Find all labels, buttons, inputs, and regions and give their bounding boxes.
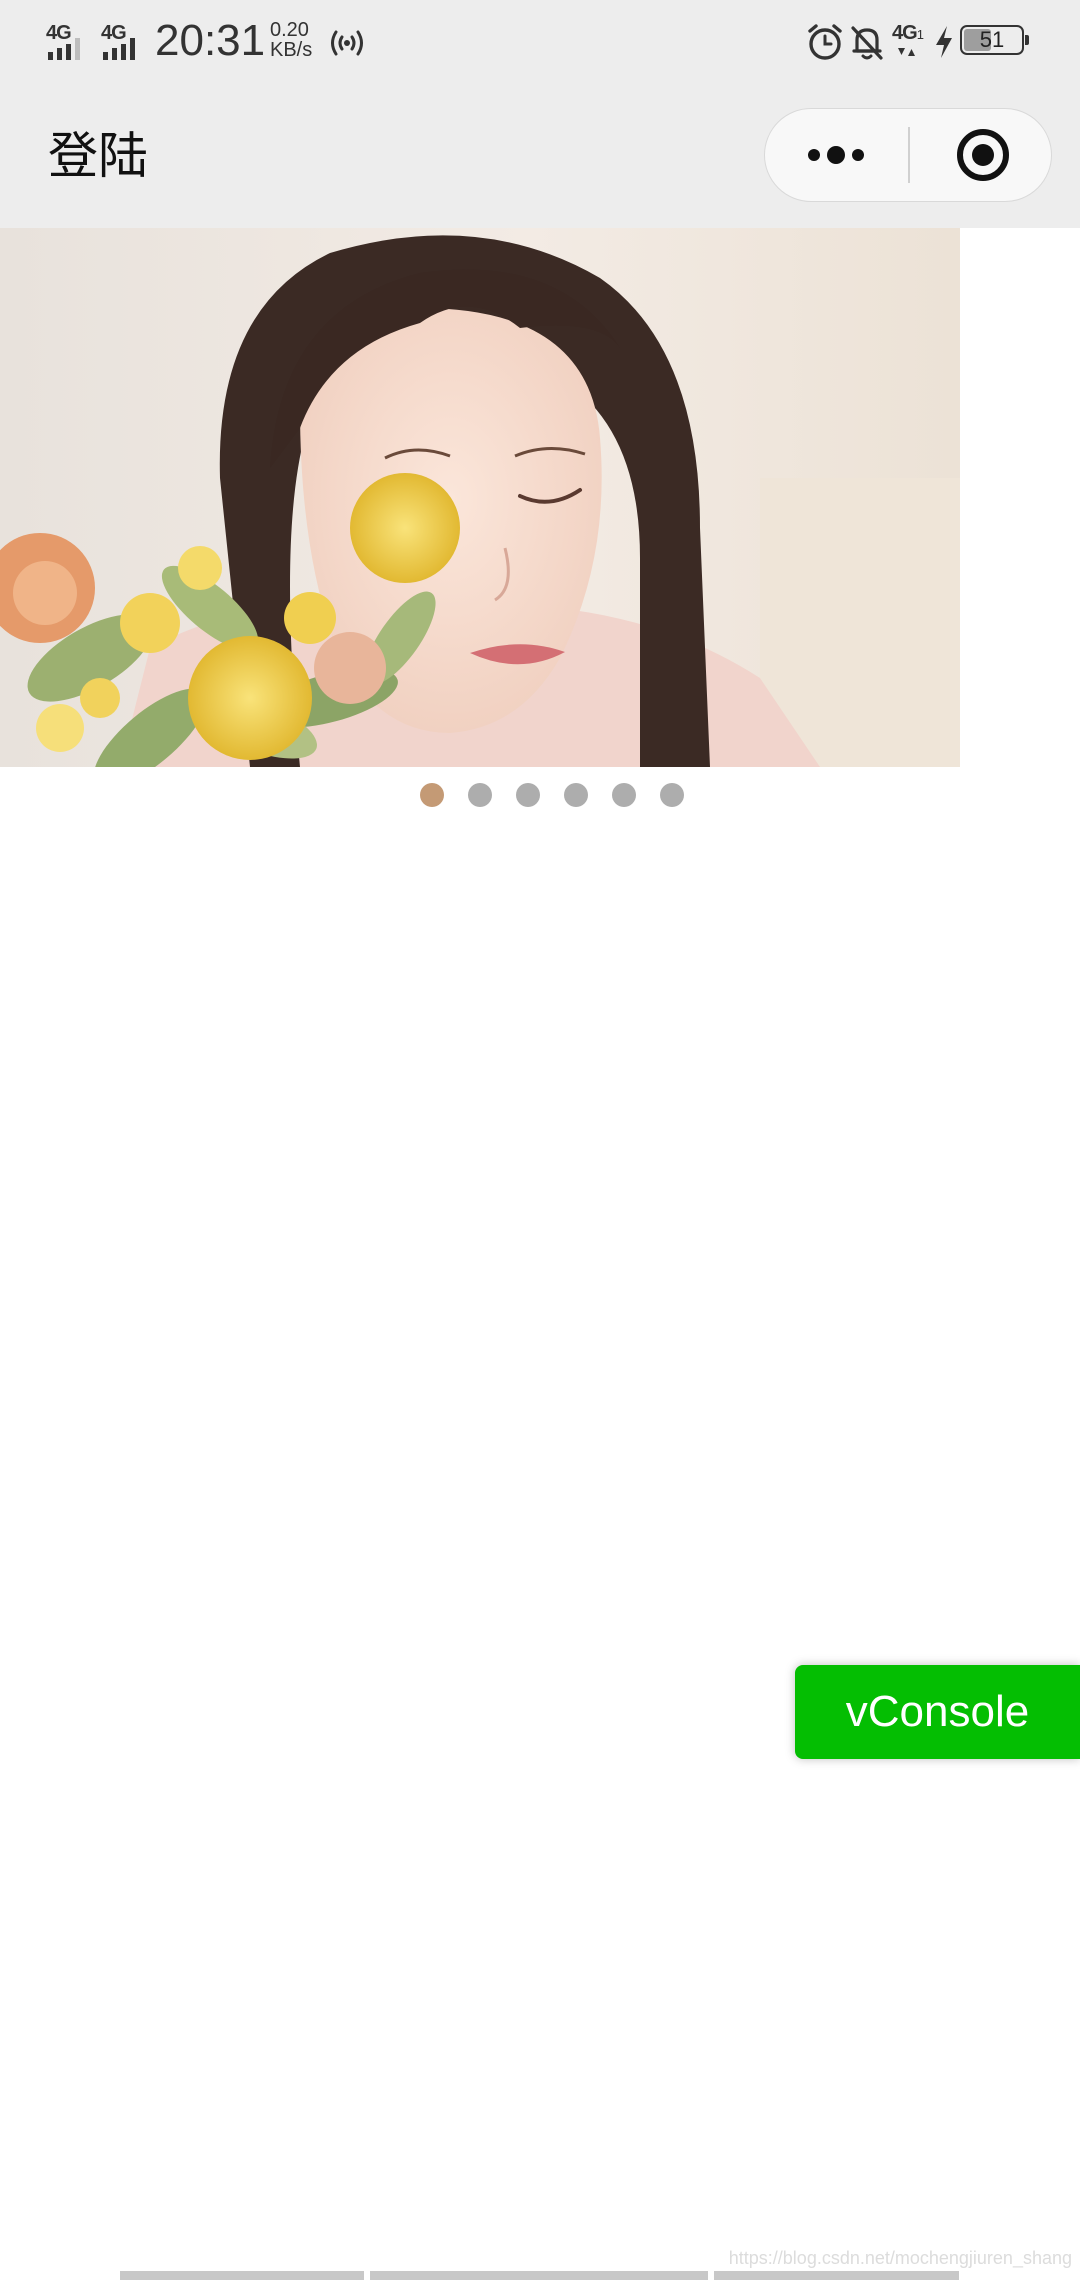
vconsole-button[interactable]: vConsole <box>795 1665 1080 1759</box>
status-time: 20:31 <box>155 16 266 65</box>
mobile-data-sub: 1 <box>916 27 924 42</box>
bottom-bar-segment <box>370 2271 708 2280</box>
battery-icon: 51 <box>960 25 1029 55</box>
hotspot-icon <box>331 30 363 56</box>
target-close-icon <box>957 129 1009 181</box>
carousel-dot-6[interactable] <box>660 783 684 807</box>
bottom-bar-segment <box>714 2271 959 2280</box>
bottom-bar-segment <box>120 2271 364 2280</box>
carousel-slide-image[interactable] <box>0 228 960 767</box>
network-speed: 0.20 KB/s <box>270 20 330 60</box>
data-arrows-icon <box>898 48 915 56</box>
carousel-dot-2[interactable] <box>468 783 492 807</box>
carousel-indicators <box>0 780 1080 808</box>
battery-level: 51 <box>979 27 1005 52</box>
page-title: 登陆 <box>48 128 148 184</box>
status-bar: 4G 4G 20:31 0.20 KB/s 4G1 51 <box>0 0 1080 84</box>
alarm-icon <box>808 24 842 60</box>
network-speed-unit: KB/s <box>270 39 313 61</box>
sim1-signal-icon: 4G <box>46 22 92 60</box>
mobile-data-icon: 4G1 <box>892 22 926 62</box>
banner-photo <box>0 228 960 767</box>
charging-icon <box>936 26 952 58</box>
sim2-network-label: 4G <box>101 22 127 44</box>
watermark: https://blog.csdn.net/mochengjiuren_shan… <box>728 2248 1072 2268</box>
close-button[interactable] <box>910 109 1051 201</box>
sim2-signal-icon: 4G <box>101 22 147 60</box>
more-button[interactable] <box>765 109 908 201</box>
more-dots-icon <box>808 146 864 164</box>
mini-program-capsule <box>764 108 1052 202</box>
carousel-dot-3[interactable] <box>516 783 540 807</box>
bell-off-icon <box>851 26 883 60</box>
network-speed-value: 0.20 <box>270 19 309 41</box>
carousel-dot-4[interactable] <box>564 783 588 807</box>
carousel-dot-1[interactable] <box>420 783 444 807</box>
carousel-dot-5[interactable] <box>612 783 636 807</box>
mobile-data-label: 4G <box>892 22 918 44</box>
sim1-network-label: 4G <box>46 22 72 44</box>
